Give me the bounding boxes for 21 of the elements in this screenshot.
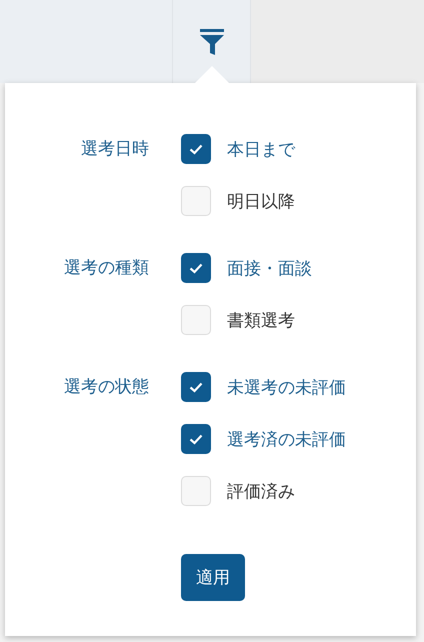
group-label: 選考の状態 (63, 376, 149, 399)
check-icon (189, 382, 203, 392)
check-icon (189, 262, 203, 274)
filter-icon (200, 29, 224, 55)
option-label: 書類選考 (227, 310, 295, 332)
option-label: 明日以降 (227, 190, 295, 212)
option-label: 未選考の未評価 (227, 376, 346, 398)
option-label: 評価済み (227, 480, 295, 502)
option-label: 本日まで (227, 138, 295, 160)
checkbox[interactable] (181, 424, 211, 454)
check-icon (189, 144, 203, 154)
option-label: 選考済の未評価 (227, 428, 346, 450)
option-label: 面接・面談 (227, 258, 312, 280)
checkbox[interactable] (181, 134, 211, 164)
group-label: 選考の種類 (63, 257, 149, 280)
checkbox[interactable] (181, 372, 211, 402)
apply-button[interactable]: 適用 (181, 554, 245, 601)
filter-button[interactable] (173, 0, 251, 83)
group-label: 選考日時 (80, 138, 149, 161)
checkbox[interactable] (181, 253, 211, 283)
check-icon (189, 434, 203, 444)
